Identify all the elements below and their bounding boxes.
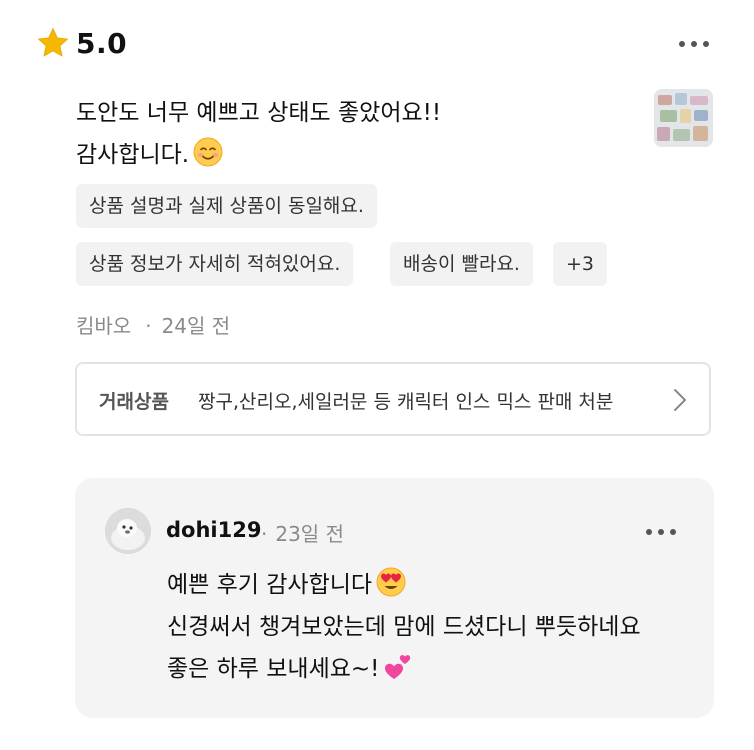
review-tag[interactable]: 배송이 빨라요. [390, 242, 533, 286]
more-options-icon[interactable] [679, 41, 709, 47]
rating: 5.0 [36, 26, 127, 60]
review-author: 킴바오 [76, 314, 132, 338]
review-tag[interactable]: 상품 정보가 자세히 적혀있어요. [76, 242, 354, 286]
deal-label: 거래상품 [99, 391, 169, 413]
more-options-icon[interactable] [646, 529, 676, 535]
reply-line-1-text: 예쁜 후기 감사합니다 [167, 572, 373, 598]
reply-time: 23일 전 [275, 522, 344, 546]
review-text-line-2-text: 감사합니다. [76, 142, 190, 168]
more-tags-button[interactable]: +3 [553, 242, 608, 286]
deal-product-link[interactable]: 거래상품 짱구,산리오,세일러문 등 캐릭터 인스 믹스 판매 처분 [75, 362, 711, 436]
deal-title: 짱구,산리오,세일러문 등 캐릭터 인스 믹스 판매 처분 [198, 391, 614, 413]
two-hearts-emoji [385, 655, 411, 679]
reply-line-3-text: 좋은 하루 보내세요~! [167, 656, 380, 682]
chevron-right-icon [674, 389, 686, 411]
avatar[interactable] [105, 508, 151, 554]
review-tag[interactable]: 상품 설명과 실제 상품이 동일해요. [76, 184, 377, 228]
reply-text: 예쁜 후기 감사합니다 신경써서 챙겨보았는데 맘에 드셨다니 뿌듯하네요 좋은… [167, 564, 641, 690]
reply-line-1: 예쁜 후기 감사합니다 [167, 564, 641, 606]
meta-separator: · [145, 314, 152, 338]
seller-reply: dohi129 · 23일 전 예쁜 후기 감사합니다 신경써서 챙겨보았는데 맘… [75, 478, 714, 718]
review-text-line-1: 도안도 너무 예쁘고 상태도 좋았어요!! [76, 100, 442, 126]
review-text-line-2: 감사합니다. [76, 134, 441, 176]
review-text: 도안도 너무 예쁘고 상태도 좋았어요!! 감사합니다. [76, 92, 441, 176]
heart-eyes-emoji [376, 567, 406, 597]
review-card: 5.0 도안도 너무 예쁘고 상태도 좋았어요!! 감사합니다. 상품 설명과 … [0, 0, 754, 750]
star-icon [38, 28, 68, 57]
reply-line-3: 좋은 하루 보내세요~! [167, 648, 641, 690]
rating-value: 5.0 [76, 26, 128, 60]
review-date: 24일 전 [161, 314, 231, 338]
meta-separator: · [261, 522, 268, 546]
reply-username[interactable]: dohi129 [166, 518, 261, 542]
review-meta: 킴바오 · 24일 전 [76, 310, 230, 339]
reply-date: · 23일 전 [261, 518, 344, 547]
review-photo-thumbnail[interactable] [654, 89, 713, 147]
reply-line-2: 신경써서 챙겨보았는데 맘에 드셨다니 뿌듯하네요 [167, 614, 641, 640]
smiling-face-emoji [193, 137, 223, 167]
